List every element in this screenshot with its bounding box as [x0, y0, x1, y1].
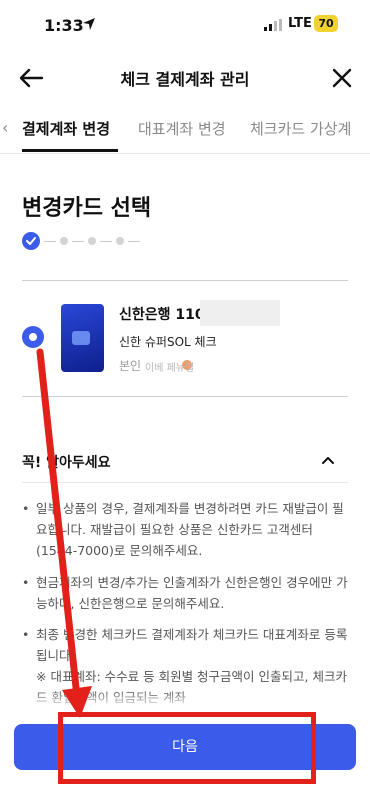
step-connector — [72, 241, 84, 242]
card-select-radio[interactable] — [22, 326, 44, 348]
status-bar: 1:33 LTE 70 — [0, 0, 370, 50]
tab-payment-account-change[interactable]: 결제계좌 변경 — [22, 118, 110, 139]
card-product-name: 신한 슈퍼SOL 체크 — [119, 335, 217, 349]
watermark-text: 이베 페뉴얼 — [145, 363, 195, 374]
card-owner-label: 본인 — [119, 359, 142, 373]
step-3 — [88, 237, 96, 245]
tab-representative-account-change[interactable]: 대표계좌 변경 — [138, 118, 226, 139]
close-icon[interactable] — [330, 66, 354, 90]
divider — [22, 280, 348, 281]
divider — [22, 396, 348, 397]
divider — [22, 482, 348, 483]
progress-stepper — [22, 231, 152, 251]
signal-icon — [264, 19, 282, 31]
tab-check-card-virtual-account[interactable]: 체크카드 가상계 — [250, 118, 351, 139]
chevron-up-icon[interactable] — [318, 450, 338, 470]
step-2 — [60, 237, 68, 245]
annotation-highlight-box — [58, 712, 316, 784]
battery-icon: 70 — [314, 15, 338, 32]
location-arrow-icon — [83, 18, 95, 30]
tab-bar: ‹ 결제계좌 변경 대표계좌 변경 체크카드 가상계 — [0, 106, 370, 154]
check-icon — [26, 237, 36, 245]
page-title: 체크 결제계좌 관리 — [120, 70, 250, 89]
step-1-complete — [22, 232, 40, 250]
card-logo — [72, 331, 90, 345]
masked-account-number — [200, 300, 280, 326]
step-connector — [44, 241, 56, 242]
network-label: LTE — [288, 16, 312, 31]
active-tab-indicator — [22, 149, 118, 152]
status-time: 1:33 — [44, 16, 84, 35]
chevron-left-icon[interactable]: ‹ — [2, 118, 8, 137]
step-4 — [116, 237, 124, 245]
section-title: 변경카드 선택 — [22, 196, 152, 221]
step-connector — [100, 241, 112, 242]
app-header: 체크 결제계좌 관리 — [0, 56, 370, 100]
step-connector — [128, 241, 140, 242]
card-bank-account: 신한은행 110 — [119, 307, 205, 323]
notice-title: 꼭! 알아두세요 — [22, 455, 111, 471]
